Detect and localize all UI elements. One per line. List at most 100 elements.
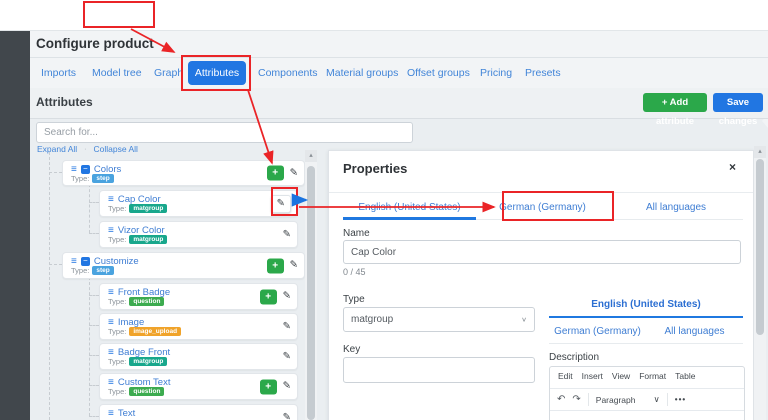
type-badge: question bbox=[129, 387, 165, 396]
collapse-toggle-icon[interactable]: − bbox=[80, 257, 90, 266]
add-attribute-button[interactable]: + Add attribute bbox=[643, 93, 707, 127]
tree-connector bbox=[49, 172, 62, 173]
add-child-button[interactable]: + bbox=[259, 289, 277, 304]
desc-language-tab-english[interactable]: English (United States) bbox=[549, 299, 743, 310]
tree-row-image[interactable]: ≡ Image Type: image_upload ✎ bbox=[99, 313, 298, 340]
drag-handle-icon[interactable]: ≡ bbox=[71, 164, 77, 175]
save-changes-button[interactable]: Save changes bbox=[713, 93, 763, 127]
edit-icon[interactable]: ✎ bbox=[283, 291, 291, 302]
undo-icon[interactable]: ↶ bbox=[557, 394, 565, 406]
drag-handle-icon[interactable]: ≡ bbox=[108, 287, 114, 298]
edit-icon[interactable]: ✎ bbox=[290, 260, 298, 271]
more-options-icon[interactable]: ••• bbox=[675, 395, 686, 404]
scroll-up-icon[interactable]: ▴ bbox=[754, 146, 766, 158]
drag-handle-icon[interactable]: ≡ bbox=[108, 408, 114, 419]
tree-connector bbox=[89, 184, 90, 233]
tree-connector bbox=[89, 202, 99, 203]
tree-connector bbox=[89, 233, 99, 234]
editor-menu-insert[interactable]: Insert bbox=[582, 371, 603, 381]
type-badge: step bbox=[92, 174, 114, 183]
type-badge: step bbox=[92, 266, 114, 275]
tree-row-text[interactable]: ≡ Text ✎ bbox=[99, 404, 298, 420]
tab-model-tree[interactable]: Model tree bbox=[92, 58, 142, 88]
tree-scrollbar-thumb[interactable] bbox=[307, 166, 315, 420]
rich-text-editor: Edit Insert View Format Table ↶ ↷ Paragr… bbox=[549, 366, 745, 420]
tab-material-groups[interactable]: Material groups bbox=[326, 58, 398, 88]
page-scrollbar-thumb[interactable] bbox=[756, 159, 764, 335]
edit-icon[interactable]: ✎ bbox=[283, 381, 291, 392]
tree-row-custom-text[interactable]: ≡ Custom Text Type: question + ✎ bbox=[99, 373, 298, 400]
desc-language-tab-all[interactable]: All languages bbox=[646, 326, 743, 337]
add-child-button[interactable]: + bbox=[266, 165, 284, 181]
tree-controls: Expand All · Collapse All bbox=[37, 144, 138, 154]
editor-menu-edit[interactable]: Edit bbox=[558, 371, 573, 381]
edit-icon[interactable]: ✎ bbox=[283, 321, 291, 332]
divider bbox=[549, 343, 743, 344]
tree-row-colors[interactable]: ≡ − Colors Type: step + ✎ bbox=[62, 160, 305, 186]
tree-scrollbar[interactable]: ▴ bbox=[305, 150, 317, 420]
collapse-toggle-icon[interactable]: − bbox=[80, 165, 90, 174]
tree-row-front-badge[interactable]: ≡ Front Badge Type: question + ✎ bbox=[99, 283, 298, 310]
edit-icon[interactable]: ✎ bbox=[283, 351, 291, 362]
tab-pricing[interactable]: Pricing bbox=[480, 58, 512, 88]
edit-icon[interactable]: ✎ bbox=[283, 412, 291, 420]
tab-imports[interactable]: Imports bbox=[41, 58, 76, 88]
type-label: Type: bbox=[71, 266, 90, 275]
drag-handle-icon[interactable]: ≡ bbox=[108, 317, 114, 328]
collapse-all-link[interactable]: Collapse All bbox=[94, 144, 138, 154]
drag-handle-icon[interactable]: ≡ bbox=[108, 225, 114, 236]
search-input[interactable] bbox=[36, 122, 413, 143]
language-tab-english[interactable]: English (United States) bbox=[343, 198, 476, 218]
add-child-button[interactable]: + bbox=[259, 379, 277, 394]
editor-menu-format[interactable]: Format bbox=[639, 371, 666, 381]
type-badge: matgroup bbox=[129, 204, 168, 213]
page-scrollbar[interactable]: ▴ bbox=[754, 146, 766, 420]
close-icon[interactable]: × bbox=[729, 160, 736, 174]
type-select[interactable]: matgroup ∨ bbox=[343, 307, 535, 332]
name-field[interactable] bbox=[343, 240, 741, 264]
type-label: Type: bbox=[71, 174, 90, 183]
edit-icon[interactable]: ✎ bbox=[290, 168, 298, 178]
properties-title: Properties bbox=[343, 161, 408, 176]
description-label: Description bbox=[549, 352, 600, 363]
edit-icon[interactable]: ✎ bbox=[270, 194, 291, 213]
attribute-name[interactable]: Text bbox=[118, 408, 135, 419]
edit-icon[interactable]: ✎ bbox=[283, 229, 291, 240]
editor-menu-view[interactable]: View bbox=[612, 371, 630, 381]
editor-menu-table[interactable]: Table bbox=[675, 371, 695, 381]
character-counter: 0 / 45 bbox=[343, 267, 366, 277]
language-tab-all[interactable]: All languages bbox=[609, 198, 743, 218]
language-tab-german[interactable]: German (Germany) bbox=[476, 198, 609, 218]
tab-graph[interactable]: Graph bbox=[154, 58, 183, 88]
paragraph-style-dropdown[interactable]: Paragraph ∨ bbox=[596, 394, 660, 405]
tree-row-customize[interactable]: ≡ − Customize Type: step + ✎ bbox=[62, 252, 305, 279]
tree-row-cap-color[interactable]: ≡ Cap Color Type: matgroup ✎ bbox=[99, 190, 298, 217]
drag-handle-icon[interactable]: ≡ bbox=[108, 377, 114, 388]
desc-language-tab-german[interactable]: German (Germany) bbox=[549, 326, 646, 337]
tab-offset-groups[interactable]: Offset groups bbox=[407, 58, 470, 88]
name-label: Name bbox=[343, 228, 370, 239]
type-badge: matgroup bbox=[129, 357, 168, 366]
editor-content-area[interactable] bbox=[550, 411, 744, 420]
drag-handle-icon[interactable]: ≡ bbox=[108, 347, 114, 358]
expand-all-link[interactable]: Expand All bbox=[37, 144, 77, 154]
active-tab-underline bbox=[549, 316, 743, 318]
properties-panel: Properties × English (United States) Ger… bbox=[328, 150, 754, 420]
divider bbox=[587, 393, 589, 406]
tab-presets[interactable]: Presets bbox=[525, 58, 561, 88]
drag-handle-icon[interactable]: ≡ bbox=[71, 256, 77, 267]
tree-row-vizor-color[interactable]: ≡ Vizor Color Type: matgroup ✎ bbox=[99, 221, 298, 248]
tab-attributes-active[interactable]: Attributes bbox=[188, 61, 246, 85]
tree-connector bbox=[89, 385, 99, 386]
type-select-value: matgroup bbox=[351, 314, 394, 325]
add-child-button[interactable]: + bbox=[266, 258, 284, 273]
scroll-up-icon[interactable]: ▴ bbox=[305, 150, 317, 162]
drag-handle-icon[interactable]: ≡ bbox=[108, 194, 114, 205]
redo-icon[interactable]: ↷ bbox=[572, 394, 580, 406]
tab-components[interactable]: Components bbox=[258, 58, 318, 88]
type-label: Type: bbox=[108, 297, 127, 306]
app-window: Basics Configure Showcase Rules Preview … bbox=[0, 0, 768, 420]
separator-dot: · bbox=[84, 145, 87, 153]
key-field[interactable] bbox=[343, 357, 535, 383]
tree-row-badge-front[interactable]: ≡ Badge Front Type: matgroup ✎ bbox=[99, 343, 298, 370]
